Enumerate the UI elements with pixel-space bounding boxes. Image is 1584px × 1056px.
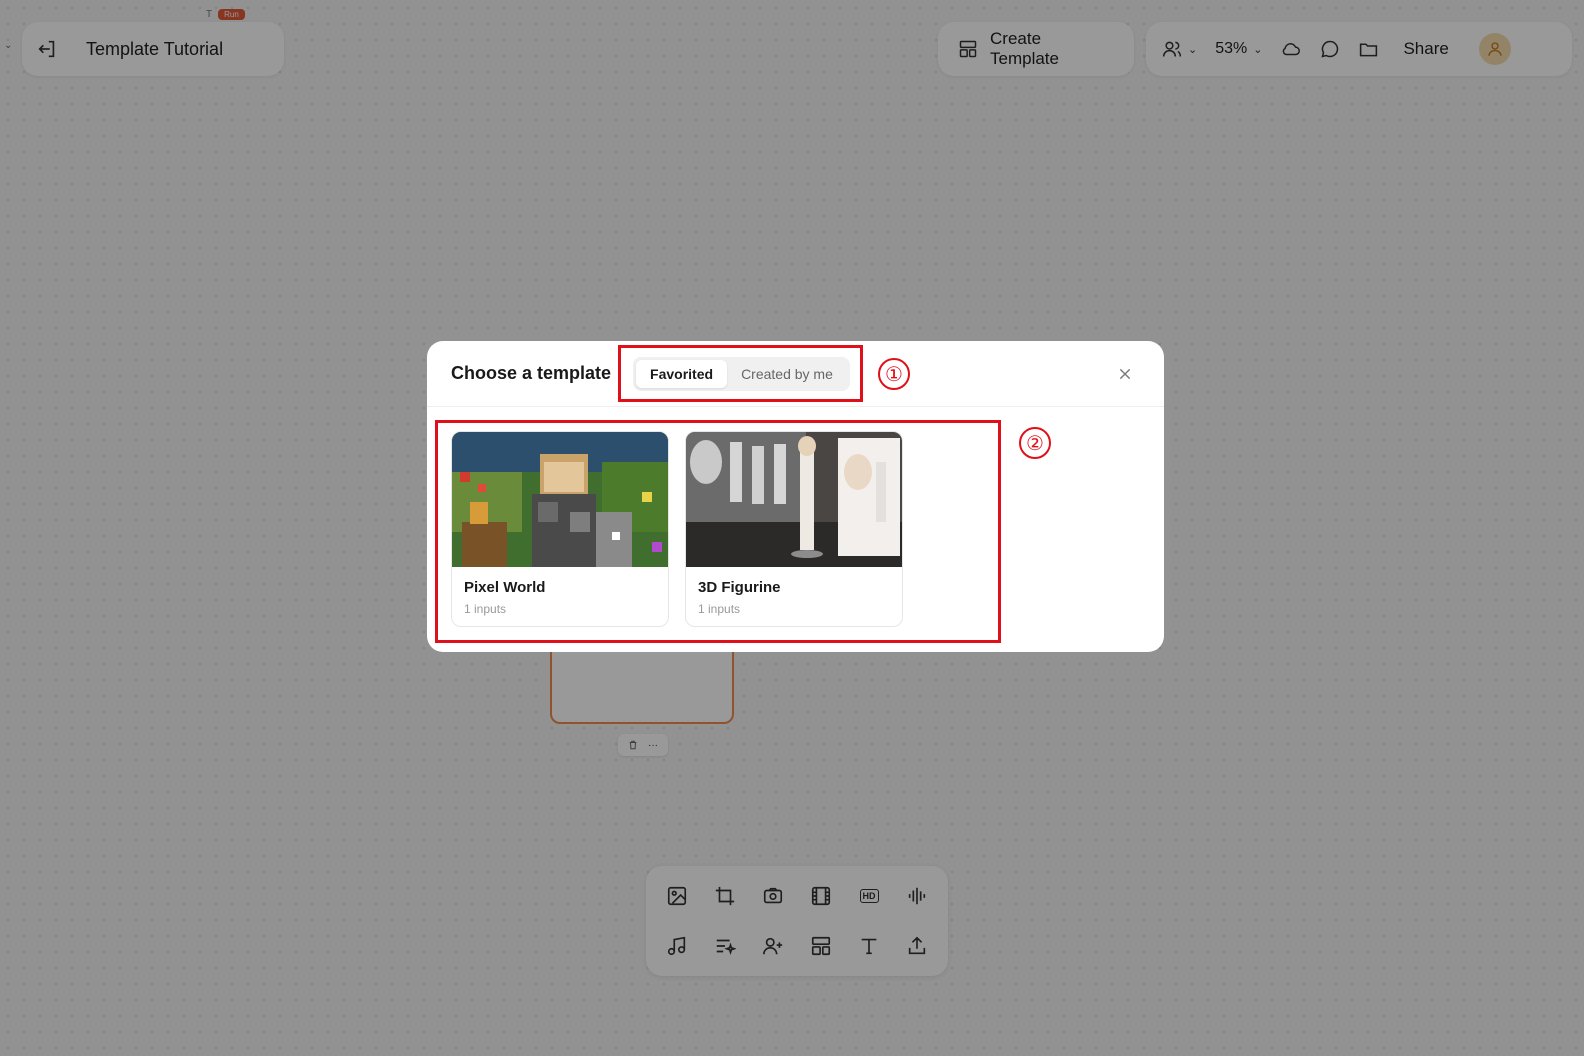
annotation-number-2: ② [1019, 427, 1051, 459]
annotation-box-tabs [618, 345, 863, 402]
annotation-box-cards [435, 420, 1001, 643]
close-icon[interactable] [1114, 363, 1136, 385]
annotation-number-1: ① [878, 358, 910, 390]
modal-title: Choose a template [451, 363, 612, 383]
